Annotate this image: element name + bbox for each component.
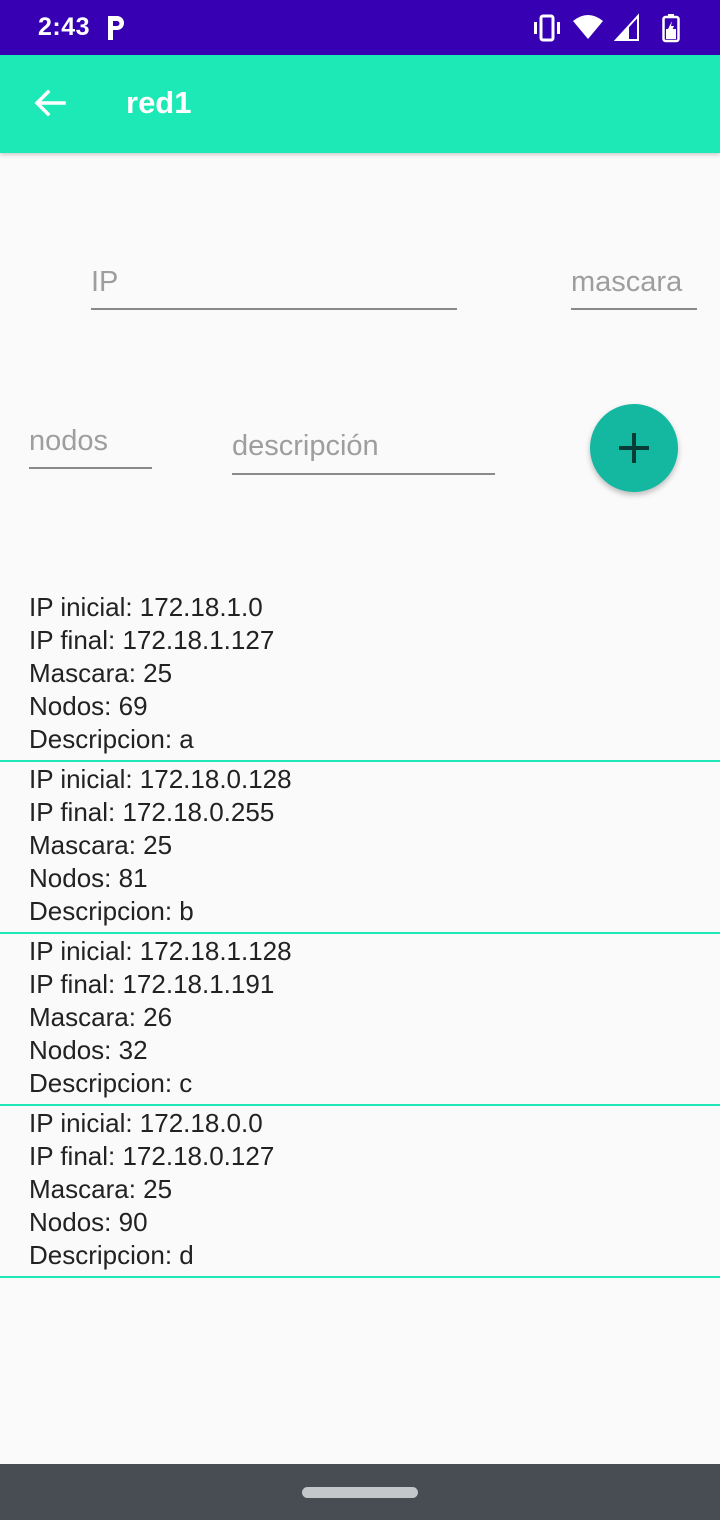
list-item[interactable]: IP inicial: 172.18.1.128 IP final: 172.1… (0, 934, 720, 1106)
add-subnet-button[interactable] (590, 404, 678, 492)
descripcion-text: Descripcion: d (29, 1240, 194, 1270)
descripcion-text: Descripcion: a (29, 724, 194, 754)
nodos-field-container (29, 425, 152, 469)
mascara-text: Mascara: 25 (29, 658, 173, 688)
ip-inicial-text: IP inicial: 172.18.0.0 (29, 1108, 263, 1138)
descripcion-text: Descripcion: c (29, 1068, 193, 1098)
list-item[interactable]: IP inicial: 172.18.1.0 IP final: 172.18.… (0, 590, 720, 762)
ip-final-text: IP final: 172.18.0.255 (29, 797, 275, 827)
nodos-text: Nodos: 81 (29, 863, 148, 893)
signal-icon (614, 13, 639, 41)
battery-icon (662, 14, 680, 43)
page-title: red1 (126, 85, 192, 120)
mascara-field-container (571, 266, 697, 310)
wifi-icon (573, 15, 603, 39)
ip-inicial-text: IP inicial: 172.18.1.0 (29, 592, 263, 622)
navigation-bar (0, 1464, 720, 1520)
arrow-left-icon (34, 89, 66, 117)
app-bar: red1 (0, 55, 720, 153)
parking-icon (108, 16, 124, 40)
plus-icon (619, 433, 649, 463)
mascara-text: Mascara: 26 (29, 1002, 173, 1032)
list-item[interactable]: IP inicial: 172.18.0.128 IP final: 172.1… (0, 762, 720, 934)
descripcion-field-container (232, 430, 495, 475)
status-bar: 2:43 (0, 0, 720, 55)
nodos-input[interactable] (29, 425, 152, 458)
mascara-text: Mascara: 25 (29, 1174, 173, 1204)
ip-inicial-text: IP inicial: 172.18.1.128 (29, 936, 292, 966)
ip-field-container (91, 266, 457, 310)
ip-final-text: IP final: 172.18.1.127 (29, 625, 275, 655)
descripcion-input[interactable] (232, 430, 495, 463)
vibrate-icon (534, 14, 560, 42)
ip-final-text: IP final: 172.18.0.127 (29, 1141, 275, 1171)
status-time: 2:43 (38, 13, 91, 41)
back-button[interactable] (26, 79, 74, 127)
descripcion-text: Descripcion: b (29, 896, 194, 926)
ip-input[interactable] (91, 266, 457, 299)
home-gesture-handle[interactable] (302, 1487, 418, 1498)
ip-inicial-text: IP inicial: 172.18.0.128 (29, 764, 292, 794)
nodos-text: Nodos: 90 (29, 1207, 148, 1237)
mascara-input[interactable] (571, 266, 697, 299)
nodos-text: Nodos: 32 (29, 1035, 148, 1065)
ip-final-text: IP final: 172.18.1.191 (29, 969, 275, 999)
mascara-text: Mascara: 25 (29, 830, 173, 860)
subnet-list: IP inicial: 172.18.1.0 IP final: 172.18.… (0, 590, 720, 1278)
nodos-text: Nodos: 69 (29, 691, 148, 721)
list-item[interactable]: IP inicial: 172.18.0.0 IP final: 172.18.… (0, 1106, 720, 1278)
